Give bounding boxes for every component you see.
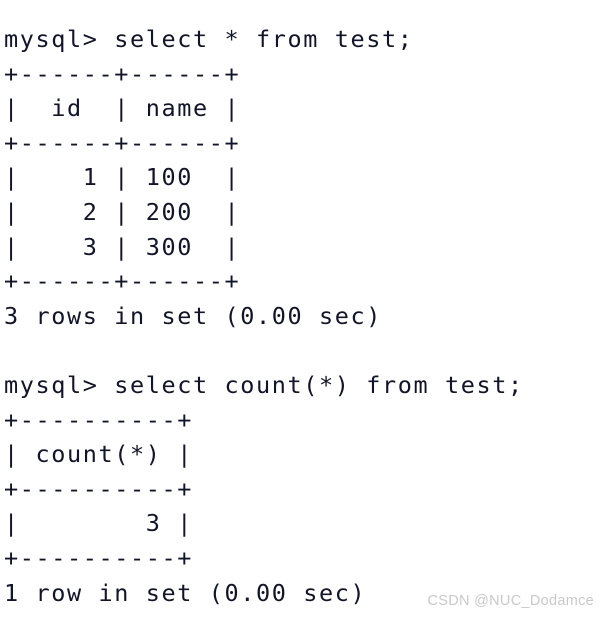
table-row: | 3 | 300 |: [4, 232, 241, 261]
terminal-output-pane[interactable]: mysql> select * from test; +------+-----…: [0, 0, 606, 617]
table-row: | 1 | 100 |: [4, 163, 241, 192]
table-border-line: +----------+: [4, 405, 193, 434]
query-command-line: mysql> select count(*) from test;: [4, 370, 524, 399]
table-border-line: +----------+: [4, 474, 193, 503]
table-border-line: +------+------+: [4, 267, 241, 296]
table-row: | 3 |: [4, 509, 193, 538]
table-header-row: | id | name |: [4, 94, 241, 123]
table-row: | 2 | 200 |: [4, 197, 241, 226]
csdn-watermark: CSDN @NUC_Dodamce: [427, 593, 594, 609]
table-header-row: | count(*) |: [4, 440, 193, 469]
table-border-line: +------+------+: [4, 59, 241, 88]
query-command-line: mysql> select * from test;: [4, 25, 414, 53]
table-border-line: +------+------+: [4, 128, 241, 157]
query-status-line: 3 rows in set (0.00 sec): [4, 301, 382, 330]
table-border-line: +----------+: [4, 543, 193, 572]
